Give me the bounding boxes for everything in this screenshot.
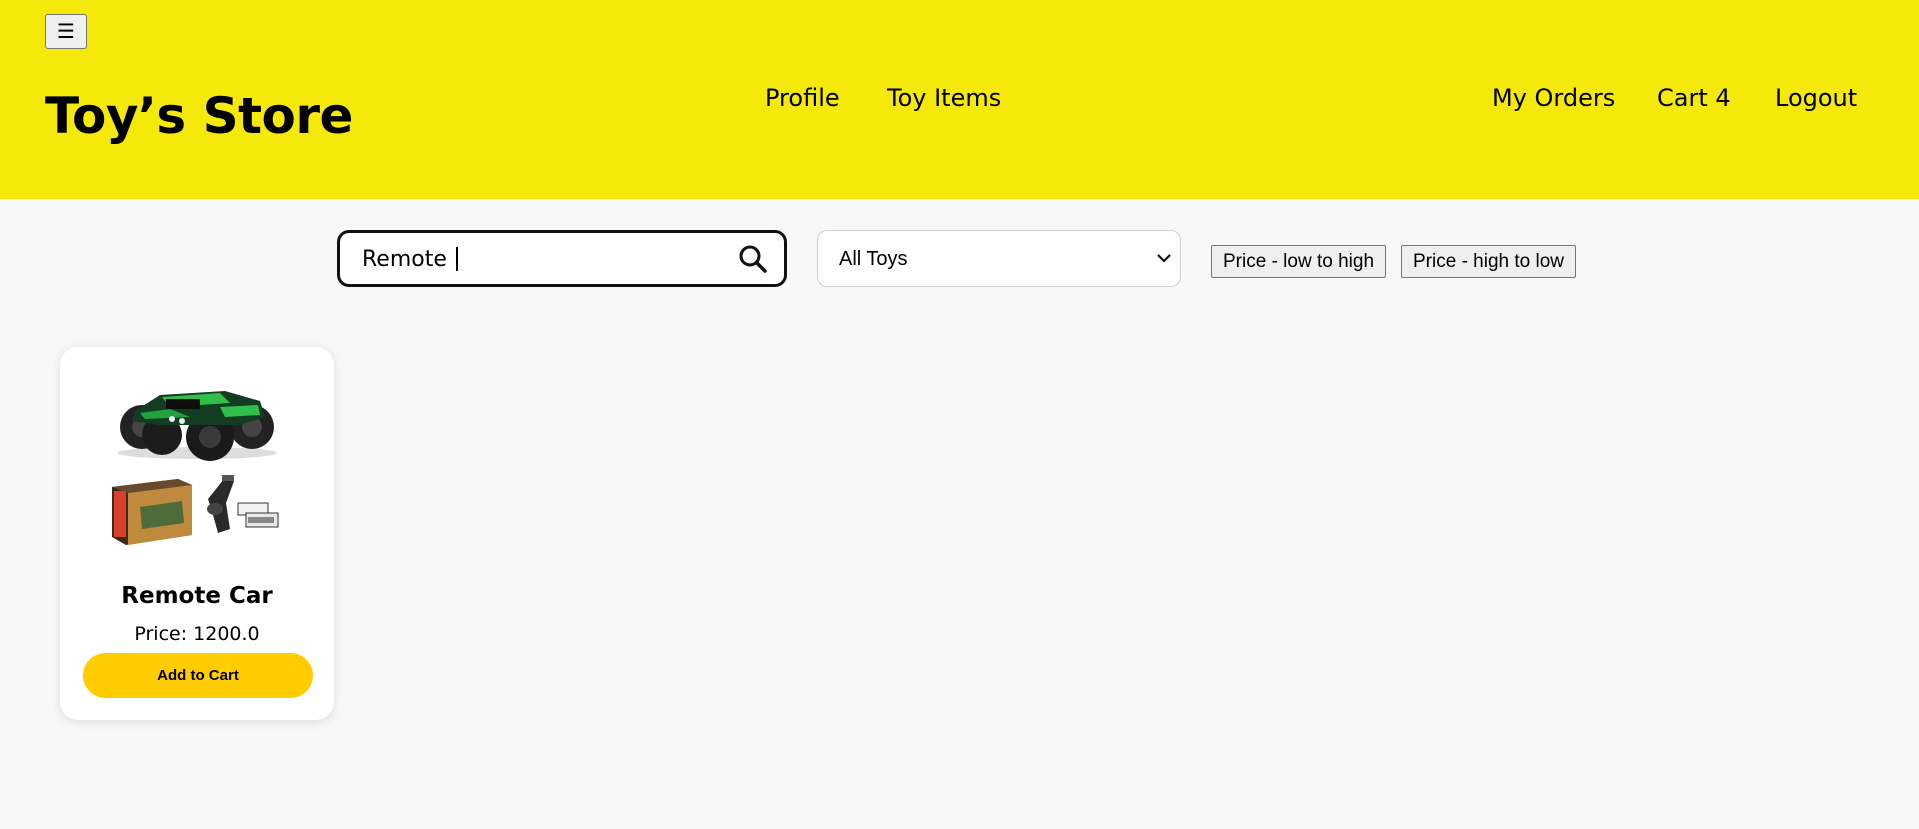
- product-name: Remote Car: [121, 583, 273, 609]
- product-price: Price: 1200.0: [134, 623, 260, 645]
- add-to-cart-button[interactable]: Add to Cart: [83, 653, 313, 698]
- menu-button[interactable]: ☰: [45, 14, 87, 49]
- nav-my-orders[interactable]: My Orders: [1492, 82, 1615, 114]
- product-card: Remote Car Price: 1200.0 Add to Cart: [60, 347, 334, 720]
- category-select[interactable]: All Toys: [817, 230, 1181, 287]
- header: ☰ Toy’s Store Profile Toy Items My Order…: [0, 0, 1919, 199]
- nav-profile[interactable]: Profile: [765, 82, 840, 114]
- sort-low-high-button[interactable]: Price - low to high: [1211, 245, 1387, 278]
- nav-cart[interactable]: Cart 4: [1657, 82, 1731, 114]
- search-value: Remote: [362, 247, 454, 272]
- nav-logout[interactable]: Logout: [1775, 82, 1857, 114]
- brand-title: Toy’s Store: [45, 87, 353, 145]
- search-input[interactable]: Remote: [337, 230, 787, 287]
- search-icon[interactable]: [738, 244, 768, 274]
- sort-high-low-button[interactable]: Price - high to low: [1401, 245, 1577, 278]
- chevron-down-icon: [1157, 254, 1171, 263]
- text-caret: [455, 247, 458, 271]
- remote-car-image[interactable]: [100, 367, 294, 567]
- category-selected-value: All Toys: [839, 248, 908, 270]
- nav-toy-items[interactable]: Toy Items: [887, 82, 1001, 114]
